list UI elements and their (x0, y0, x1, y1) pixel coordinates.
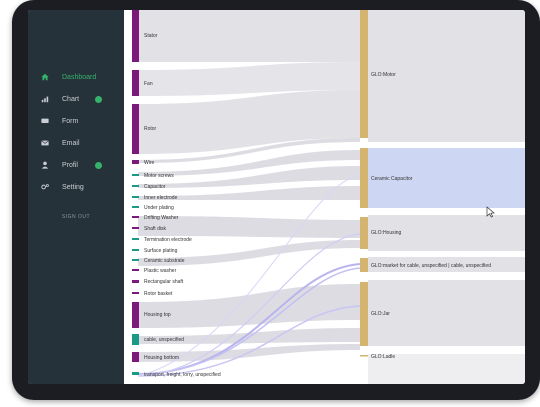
node-cable[interactable] (132, 334, 139, 345)
sidebar: Dashboard Chart Form Email Profil Settin… (28, 10, 124, 384)
node-ceramic-capacitor[interactable] (360, 148, 368, 208)
node-label: Rotor (144, 126, 157, 132)
sidebar-item-chart[interactable]: Chart (28, 90, 124, 108)
node-glo-jar[interactable] (360, 282, 368, 346)
node-label: Termination electrode (144, 237, 192, 243)
node-under-plating[interactable] (132, 206, 139, 208)
node-rotor-basket[interactable] (132, 292, 139, 294)
node-label: Under plating (144, 205, 174, 211)
node-glo-housing[interactable] (360, 217, 368, 249)
node-glo-ladle[interactable] (360, 355, 368, 357)
node-label: Surface plating (144, 248, 178, 254)
node-housing-bottom[interactable] (132, 352, 139, 362)
node-label: Motor screws (144, 173, 174, 179)
node-glo-motor[interactable] (360, 10, 368, 138)
node-label: GLO:Housing (371, 230, 402, 236)
node-housing-top[interactable] (132, 302, 139, 328)
node-shaft-disk[interactable] (132, 227, 139, 229)
node-wire[interactable] (132, 160, 139, 164)
mouse-cursor-icon (486, 206, 495, 218)
bar-chart-icon (41, 96, 49, 103)
notification-badge (95, 161, 102, 169)
node-fan[interactable] (132, 70, 139, 96)
node-label: Plastic washer (144, 268, 177, 274)
node-label: Ceramic Capacitor (371, 176, 413, 182)
node-label: cable, unspecified (144, 337, 184, 343)
sidebar-item-label: Setting (62, 183, 84, 191)
sankey-right-nodes (360, 10, 368, 357)
sankey-panel: Stator Fan Rotor Wire Motor screws Capac… (124, 10, 525, 384)
link-stator-motor (138, 10, 360, 62)
notification-badge (95, 95, 102, 103)
sankey-diagram: Stator Fan Rotor Wire Motor screws Capac… (132, 10, 525, 384)
sankey-left-nodes (132, 10, 139, 375)
sankey-links (137, 10, 525, 384)
sidebar-item-setting[interactable]: Setting (28, 178, 124, 196)
node-drifting-washer[interactable] (132, 216, 139, 218)
sidebar-item-email[interactable]: Email (28, 134, 124, 152)
node-label: Shaft disk (144, 226, 166, 232)
node-label: GLO:Motor (371, 72, 396, 78)
sidebar-item-label: Profil (62, 161, 78, 169)
node-label: Inner electrode (144, 195, 178, 201)
node-motor-screws[interactable] (132, 174, 139, 176)
email-icon (41, 140, 49, 146)
node-rotor[interactable] (132, 104, 139, 154)
sidebar-item-profil[interactable]: Profil (28, 156, 124, 174)
node-plastic-washer[interactable] (132, 269, 139, 271)
node-ceramic-substrate[interactable] (132, 259, 139, 261)
sidebar-item-label: Form (62, 117, 79, 125)
node-label: Stator (144, 33, 158, 39)
node-label: transport, freight, lorry, unspecified (144, 372, 221, 378)
node-termination-electrode[interactable] (132, 238, 139, 240)
home-icon (41, 73, 49, 81)
form-icon (41, 118, 49, 123)
node-label: GLO:market for cable, unspecified | cabl… (371, 263, 491, 269)
node-label: Housing bottom (144, 355, 179, 361)
node-label: GLO:Jar (371, 311, 390, 317)
node-label: Rectangular shaft (144, 279, 184, 285)
node-capacitor[interactable] (132, 185, 139, 187)
node-label: Housing top (144, 312, 171, 318)
user-icon (41, 161, 49, 169)
sidebar-item-label: Email (62, 139, 80, 147)
sidebar-item-dashboard[interactable]: Dashboard (28, 68, 124, 86)
node-label: Fan (144, 81, 153, 87)
node-rectangular-shaft[interactable] (132, 280, 139, 283)
node-label: Ceramic substrate (144, 258, 185, 264)
sign-out-link[interactable]: SIGN OUT (28, 214, 124, 220)
node-inner-electrode[interactable] (132, 196, 139, 198)
sidebar-item-form[interactable]: Form (28, 112, 124, 130)
link-jar-band (368, 280, 525, 346)
node-transport[interactable] (132, 372, 139, 375)
node-surface-plating[interactable] (132, 249, 139, 251)
node-label: Capacitor (144, 184, 166, 190)
node-label: Rotor basket (144, 291, 173, 297)
sidebar-item-label: Dashboard (62, 73, 97, 81)
node-label: Drifting Washer (144, 215, 179, 221)
sidebar-item-label: Chart (62, 95, 80, 103)
node-stator[interactable] (132, 10, 139, 62)
node-glo-cable[interactable] (360, 258, 368, 272)
link-rotor-motor (138, 90, 360, 154)
app-screen: Dashboard Chart Form Email Profil Settin… (28, 10, 525, 384)
node-label: Wire (144, 160, 154, 166)
gear-icon (41, 184, 49, 190)
node-label: GLO:Ladle (371, 354, 395, 360)
